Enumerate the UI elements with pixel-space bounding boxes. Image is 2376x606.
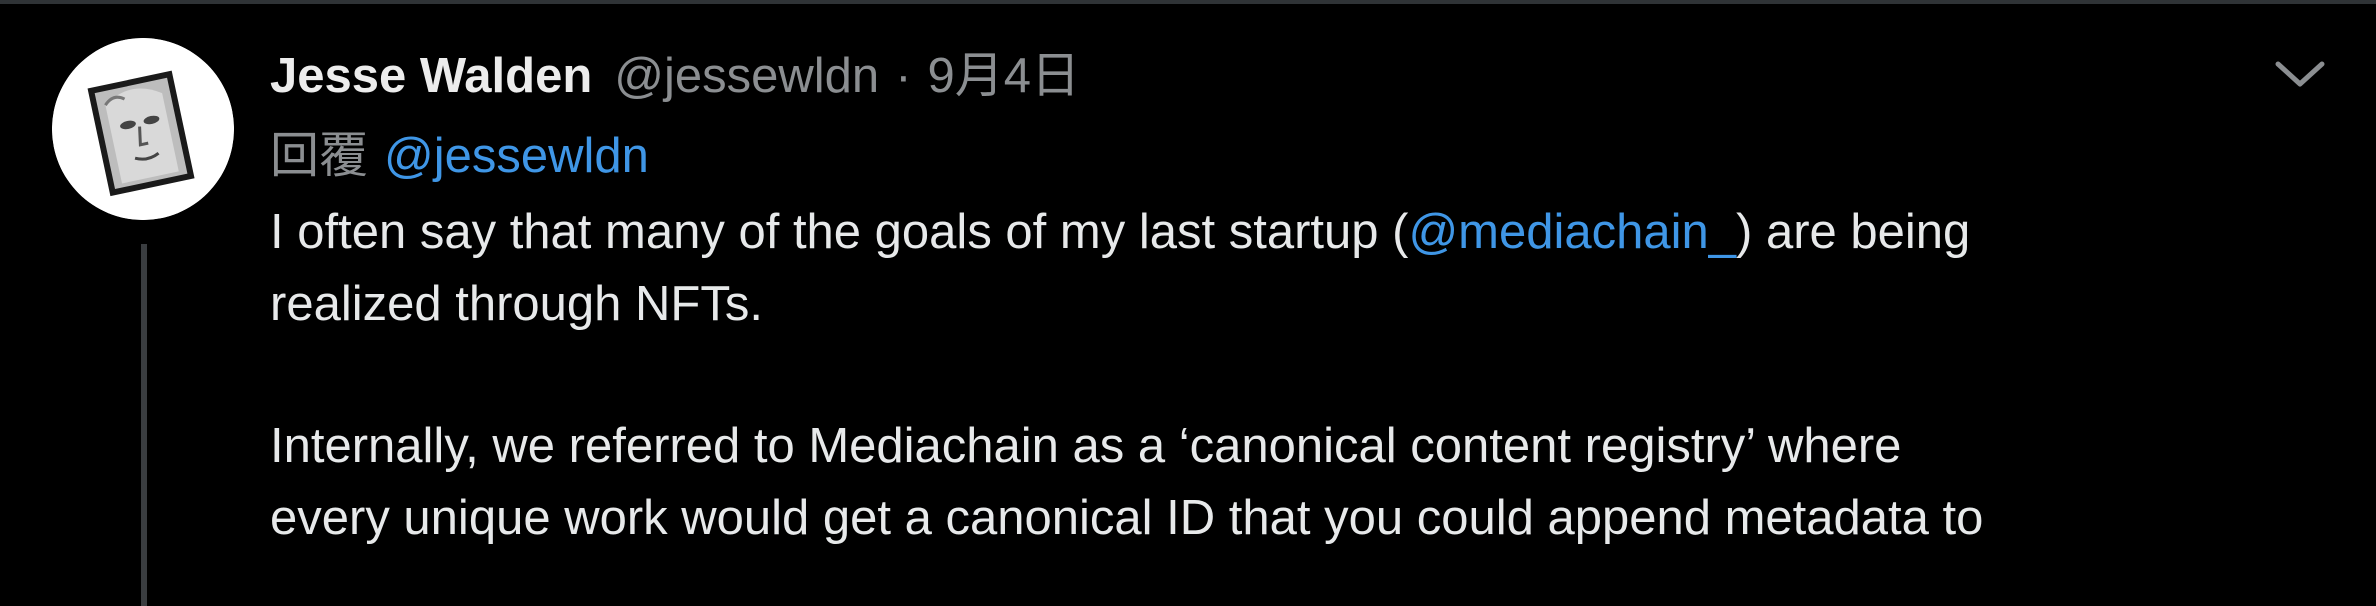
reply-prefix-label: 回覆 [270,129,369,183]
top-divider [0,0,2376,4]
mediachain-mention-link[interactable]: @mediachain_ [1408,205,1736,259]
tweet-date[interactable]: 9月4日 [928,36,1081,107]
tweet-header: Jesse Walden @jessewldn · 9月4日 [270,36,2300,116]
reply-to-handle-link[interactable]: @jessewldn [384,128,649,184]
avatar-image [52,38,234,220]
author-name[interactable]: Jesse Walden [270,48,592,104]
reply-context: 回覆 @jessewldn [270,116,2300,196]
tweet-paragraph-2-line-1: Internally, we referred to Mediachain as… [270,419,1902,473]
separator-dot: · [895,49,912,103]
tweet-text-segment: ) are being [1736,205,1971,259]
thread-connector-line [141,244,147,606]
tweet-text-segment: I often say that many of the goals of my… [270,205,1409,259]
tweet-content: Jesse Walden @jessewldn · 9月4日 回覆 @jesse… [270,36,2300,554]
user-avatar[interactable] [52,38,234,220]
chevron-down-icon[interactable] [2272,54,2328,94]
tweet-paragraph-2-line-2: every unique work would get a canonical … [270,491,1984,545]
chevron-down-icon-graphic [2275,61,2325,87]
author-handle[interactable]: @jessewldn [614,48,879,104]
tweet-paragraph-1-line-1: I often say that many of the goals of my… [270,196,2300,268]
tweet-paragraph-1-line-2: realized through NFTs. [270,277,763,331]
